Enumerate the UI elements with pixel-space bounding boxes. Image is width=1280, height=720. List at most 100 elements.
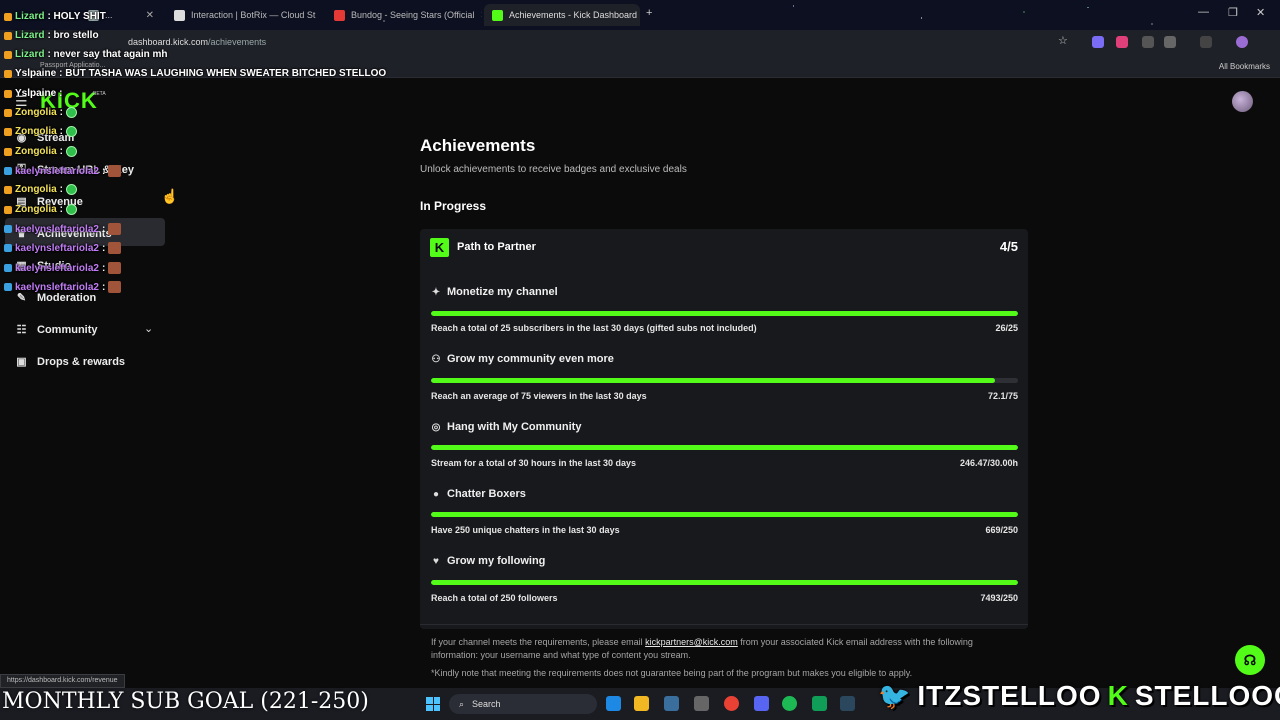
progress-fill xyxy=(431,445,1018,450)
hand-cursor-icon: ☝ xyxy=(161,188,179,204)
chat-badge-icon xyxy=(4,244,12,252)
chat-emote-icon xyxy=(108,242,122,254)
url-field[interactable]: dashboard.kick.com/achievements xyxy=(128,37,266,47)
twitter-icon: 🐦 xyxy=(878,680,912,711)
achievement-requirement: Have 250 unique chatters in the last 30 … xyxy=(431,525,620,535)
gift-icon: ▣ xyxy=(16,356,27,368)
sparkle-icon: ✦ xyxy=(431,286,441,298)
chat-text: : xyxy=(101,165,106,177)
chat-message: kaelynsleftariola2: xyxy=(4,262,122,274)
achievement-value: 246.47/30.00h xyxy=(959,458,1018,468)
progress-bar xyxy=(431,580,1018,585)
chat-username: kaelynsleftariola2 xyxy=(15,242,99,254)
avatar[interactable] xyxy=(1232,91,1253,112)
chat-badge-icon xyxy=(4,50,12,59)
achievement-requirement: Reach a total of 250 followers xyxy=(431,593,558,603)
extension-icon[interactable] xyxy=(1116,36,1128,48)
app-icon[interactable] xyxy=(812,696,827,711)
browser-tab-achievements[interactable]: Achievements - Kick Dashboard ✕ xyxy=(484,4,640,26)
social-handles-overlay: 🐦 ITZSTELLOO K STELLOOO xyxy=(878,680,1280,712)
close-icon[interactable]: ✕ xyxy=(480,10,482,21)
chat-text: : xyxy=(101,242,106,254)
chat-message: Yslpaine: xyxy=(4,88,62,99)
chat-text: : HOLY SHIT xyxy=(47,11,106,22)
windows-start-icon[interactable] xyxy=(426,697,440,711)
chat-emote-icon xyxy=(108,223,122,235)
chat-badge-icon xyxy=(4,147,12,156)
folder-icon[interactable] xyxy=(634,696,649,711)
beta-label: BETA xyxy=(93,91,106,97)
chat-text: : xyxy=(59,204,64,215)
all-bookmarks-button[interactable]: All Bookmarks xyxy=(1219,62,1270,71)
chat-text: : xyxy=(59,107,64,118)
chat-text: : xyxy=(59,88,63,99)
progress-bar xyxy=(431,512,1018,517)
page-title: Achievements xyxy=(420,136,536,155)
close-icon[interactable]: ✕ xyxy=(146,10,154,21)
taskbar-search[interactable]: ⌕ Search xyxy=(449,694,597,714)
chat-badge-icon xyxy=(4,205,12,214)
maximize-button[interactable]: ❐ xyxy=(1228,6,1238,19)
chevron-down-icon[interactable]: ⌄ xyxy=(144,322,153,335)
card-title: Path to Partner xyxy=(457,241,536,253)
chrome-icon[interactable] xyxy=(724,696,739,711)
chat-emote-icon xyxy=(108,165,122,177)
minimize-button[interactable]: — xyxy=(1198,6,1209,18)
steam-icon[interactable] xyxy=(840,696,855,711)
chat-text: : xyxy=(101,262,106,274)
chat-message: Zongolia: xyxy=(4,204,78,215)
chat-badge-icon xyxy=(4,12,12,21)
kick-icon: K xyxy=(1107,680,1129,711)
close-window-button[interactable]: ✕ xyxy=(1256,6,1265,19)
new-tab-button[interactable]: + xyxy=(646,7,652,19)
chat-message: Lizard: bro stello xyxy=(4,30,99,41)
achievement-requirement: Stream for a total of 30 hours in the la… xyxy=(431,458,637,468)
achievement-requirement: Reach a total of 25 subscribers in the l… xyxy=(431,323,757,333)
chat-text: : BUT TASHA WAS LAUGHING WHEN SWEATER BI… xyxy=(59,68,387,79)
chat-badge-icon xyxy=(4,185,12,194)
app-icon[interactable] xyxy=(694,696,709,711)
chat-text: : xyxy=(101,281,106,293)
chat-badge-icon xyxy=(4,225,12,233)
discord-icon[interactable] xyxy=(754,696,769,711)
chat-message: Zongolia: xyxy=(4,184,78,195)
chat-message: Yslpaine: BUT TASHA WAS LAUGHING WHEN SW… xyxy=(4,68,386,79)
sidepanel-icon[interactable] xyxy=(1200,36,1212,48)
spotify-icon[interactable] xyxy=(782,696,797,711)
extension-icon[interactable] xyxy=(1142,36,1154,48)
partner-disclaimer: *Kindly note that meeting the requiremen… xyxy=(431,668,913,678)
partner-email-link[interactable]: kickpartners@kick.com xyxy=(645,637,738,647)
achievement-requirement: Reach an average of 75 viewers in the la… xyxy=(431,391,647,401)
kick-badge-icon: K xyxy=(430,237,449,257)
star-icon[interactable]: ☆ xyxy=(1058,34,1070,47)
chat-message: kaelynsleftariola2: xyxy=(4,281,122,293)
chat-message: Lizard: never say that again mh xyxy=(4,49,168,60)
chat-emote-icon xyxy=(66,146,78,157)
chat-icon: ● xyxy=(432,488,440,500)
close-icon[interactable]: ✕ xyxy=(321,10,322,21)
browser-tab-2[interactable]: Interaction | BotRix — Cloud St ✕ xyxy=(166,4,322,26)
chat-username: Zongolia xyxy=(15,184,57,195)
chat-text: : never say that again mh xyxy=(47,49,168,60)
browser-tab-3[interactable]: Bundog - Seeing Stars (Official ✕ xyxy=(326,4,482,26)
chat-badge-icon xyxy=(4,69,12,78)
achievement-title: ◎ Hang with My Community xyxy=(431,421,582,433)
chat-emote-icon xyxy=(108,262,122,274)
chat-message: Zongolia: xyxy=(4,146,78,157)
extension-icon[interactable] xyxy=(1092,36,1104,48)
edge-icon[interactable] xyxy=(606,696,621,711)
chat-emote-icon xyxy=(66,184,78,195)
chat-username: Zongolia xyxy=(15,204,57,215)
puzzle-icon[interactable] xyxy=(1164,36,1176,48)
progress-bar xyxy=(431,378,1018,383)
progress-bar xyxy=(431,311,1018,316)
support-chat-button[interactable]: ☊ xyxy=(1235,645,1265,675)
chat-badge-icon xyxy=(4,108,12,117)
sub-goal-overlay: MONTHLY SUB GOAL (221-250) xyxy=(2,689,369,714)
chat-badge-icon xyxy=(4,127,12,136)
sidebar-item-community[interactable]: ☷ Community xyxy=(16,323,98,337)
chat-emote-icon xyxy=(66,204,78,215)
sidebar-item-drops[interactable]: ▣ Drops & rewards xyxy=(16,355,125,369)
steam-icon[interactable] xyxy=(664,696,679,711)
profile-icon[interactable] xyxy=(1236,36,1248,48)
